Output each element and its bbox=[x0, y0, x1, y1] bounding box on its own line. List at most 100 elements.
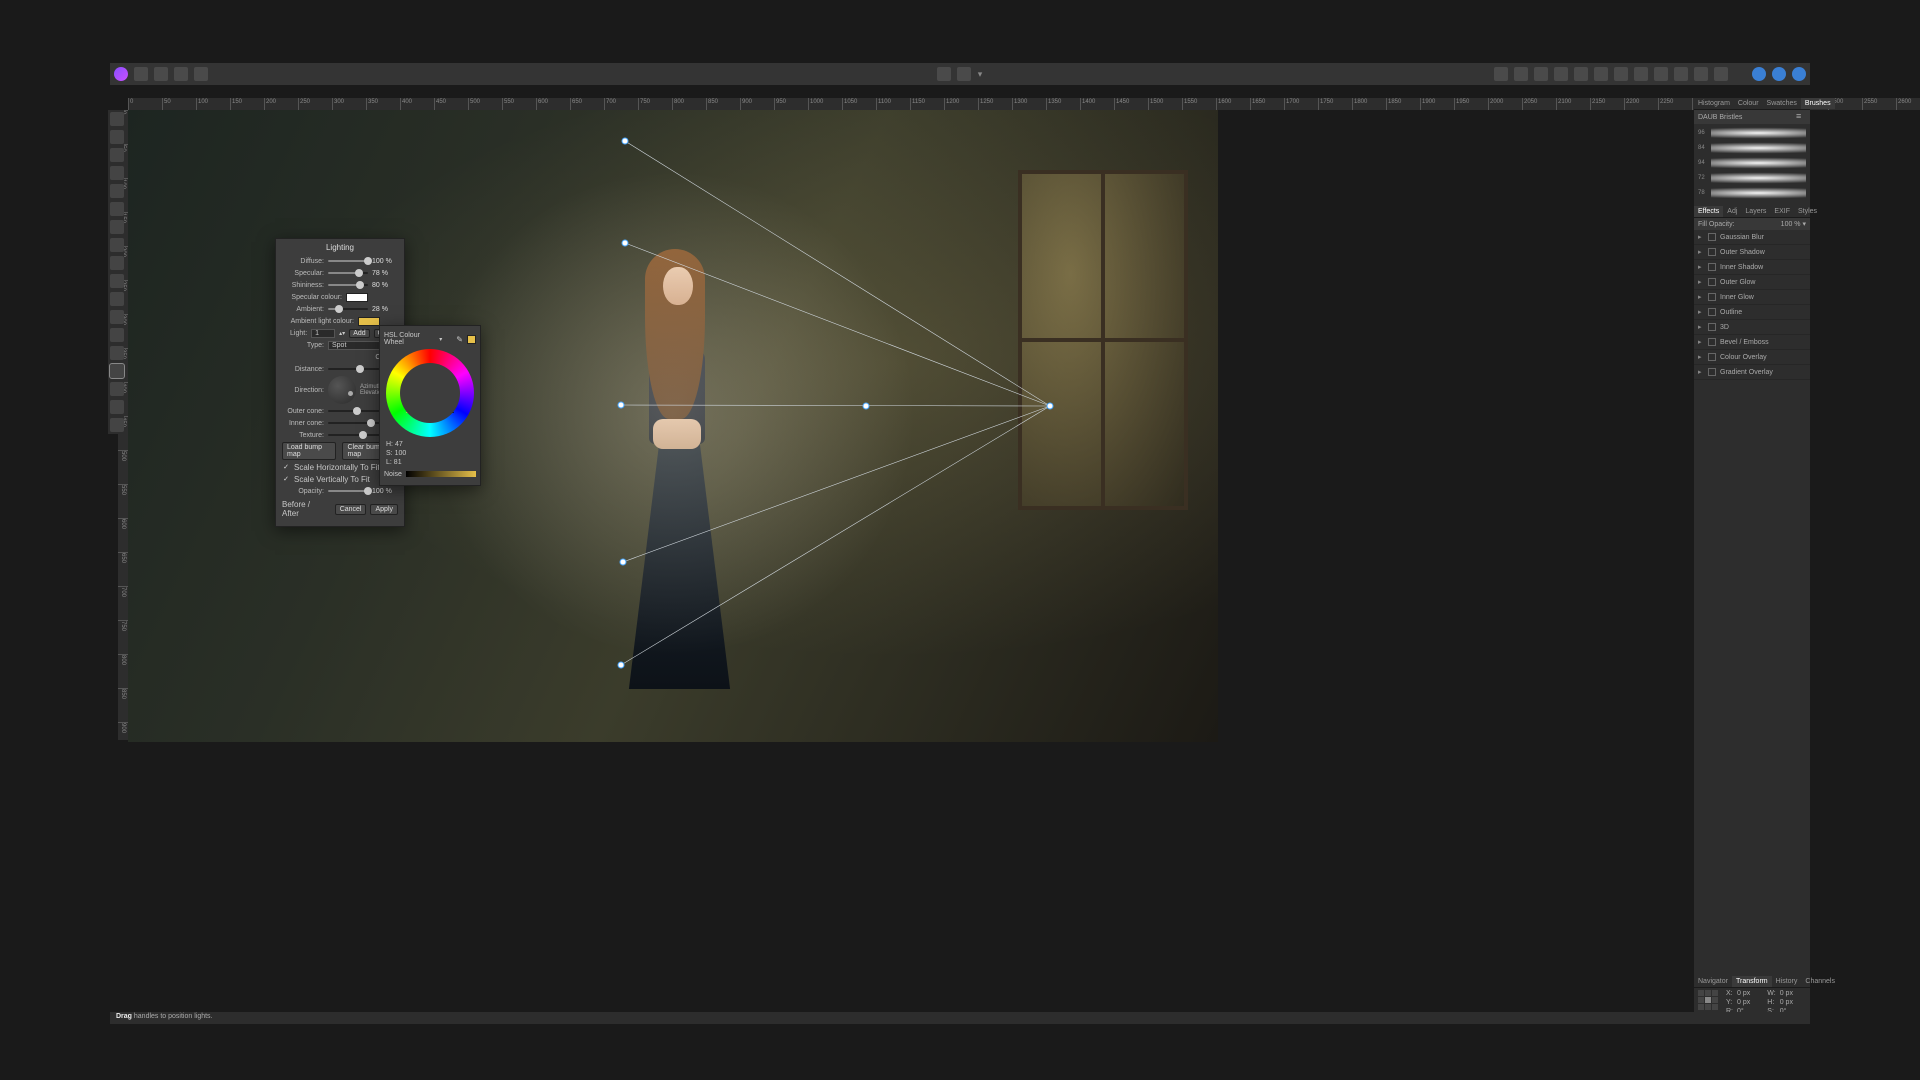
tab-adj[interactable]: Adj bbox=[1723, 206, 1741, 217]
arrange-7[interactable] bbox=[1614, 67, 1628, 81]
w-label: W: bbox=[1767, 990, 1775, 997]
light-guide-lines bbox=[128, 110, 1218, 742]
brushes-list: 9684947278 bbox=[1694, 124, 1810, 202]
marquee-tool[interactable] bbox=[110, 202, 124, 216]
effect-bevel-emboss[interactable]: ▸Bevel / Emboss bbox=[1694, 335, 1810, 350]
light-source-handle[interactable] bbox=[1047, 403, 1054, 410]
persona-export[interactable] bbox=[194, 67, 208, 81]
light-cone-handle-3[interactable] bbox=[620, 559, 627, 566]
arrange-6[interactable] bbox=[1594, 67, 1608, 81]
tab-effects[interactable]: Effects bbox=[1694, 206, 1723, 217]
move-tool[interactable] bbox=[110, 130, 124, 144]
effect-outer-glow[interactable]: ▸Outer Glow bbox=[1694, 275, 1810, 290]
top-panel-tabs: HistogramColourSwatchesBrushes bbox=[1694, 98, 1810, 110]
shape-tool[interactable] bbox=[110, 364, 124, 378]
fill-opacity-label: Fill Opacity: bbox=[1698, 221, 1735, 228]
light-cone-handle-2[interactable] bbox=[618, 402, 625, 409]
app-logo bbox=[114, 67, 128, 81]
arrange-10[interactable] bbox=[1674, 67, 1688, 81]
crop-tool[interactable] bbox=[110, 166, 124, 180]
y-label: Y: bbox=[1726, 999, 1733, 1006]
context-tool-b[interactable] bbox=[957, 67, 971, 81]
persona-develop[interactable] bbox=[174, 67, 188, 81]
document-canvas[interactable] bbox=[128, 110, 1218, 742]
light-cone-handle-0[interactable] bbox=[622, 138, 629, 145]
brush-preset[interactable]: 84 bbox=[1698, 141, 1806, 155]
brushes-menu-icon[interactable]: ≡ bbox=[1796, 112, 1806, 122]
brush-preset[interactable]: 78 bbox=[1698, 186, 1806, 200]
gradient-tool[interactable] bbox=[110, 346, 124, 360]
dodge-tool[interactable] bbox=[110, 292, 124, 306]
brush-preset[interactable]: 72 bbox=[1698, 171, 1806, 185]
arrange-5[interactable] bbox=[1574, 67, 1588, 81]
colour-picker-tool[interactable] bbox=[110, 148, 124, 162]
help-icon[interactable] bbox=[1792, 67, 1806, 81]
effect-gaussian-blur[interactable]: ▸Gaussian Blur bbox=[1694, 230, 1810, 245]
mesh-tool[interactable] bbox=[110, 400, 124, 414]
tab-history[interactable]: History bbox=[1772, 976, 1802, 987]
tab-exif[interactable]: EXIF bbox=[1770, 206, 1794, 217]
zoom-tool[interactable] bbox=[110, 418, 124, 432]
h-value[interactable]: 0 px bbox=[1780, 999, 1806, 1006]
blur-tool[interactable] bbox=[110, 310, 124, 324]
transform-anchor[interactable] bbox=[1698, 990, 1718, 1010]
light-cone-handle-1[interactable] bbox=[622, 240, 629, 247]
text-tool[interactable] bbox=[110, 382, 124, 396]
context-tool-a[interactable] bbox=[937, 67, 951, 81]
status-text: handles to position lights. bbox=[132, 1013, 213, 1020]
effect-inner-glow[interactable]: ▸Inner Glow bbox=[1694, 290, 1810, 305]
tools-panel bbox=[108, 110, 124, 434]
light-cone-handle-4[interactable] bbox=[618, 662, 625, 669]
tab-colour[interactable]: Colour bbox=[1734, 98, 1763, 109]
brush-set-select[interactable]: DAUB Bristles bbox=[1698, 114, 1742, 121]
flood-select-tool[interactable] bbox=[110, 220, 124, 234]
clone-tool[interactable] bbox=[110, 274, 124, 288]
ruler-horizontal: 0501001502002503003504004505005506006507… bbox=[128, 98, 1920, 110]
persona-photo[interactable] bbox=[134, 67, 148, 81]
arrange-4[interactable] bbox=[1554, 67, 1568, 81]
tab-brushes[interactable]: Brushes bbox=[1801, 98, 1835, 109]
fill-opacity-value[interactable]: 100 % bbox=[1781, 221, 1801, 228]
tab-styles[interactable]: Styles bbox=[1794, 206, 1821, 217]
tab-channels[interactable]: Channels bbox=[1801, 976, 1839, 987]
arrange-center[interactable] bbox=[1514, 67, 1528, 81]
hand-tool[interactable] bbox=[110, 112, 124, 126]
effect-3d[interactable]: ▸3D bbox=[1694, 320, 1810, 335]
y-value[interactable]: 0 px bbox=[1737, 999, 1763, 1006]
light-center-handle[interactable] bbox=[863, 403, 870, 410]
context-dropdown-icon[interactable]: ▾ bbox=[977, 67, 983, 81]
status-bar: Drag handles to position lights. bbox=[110, 1012, 1810, 1024]
brush-preset[interactable]: 96 bbox=[1698, 126, 1806, 140]
selection-brush-tool[interactable] bbox=[110, 184, 124, 198]
pen-tool[interactable] bbox=[110, 328, 124, 342]
assistant-icon[interactable] bbox=[1752, 67, 1766, 81]
mid-panel-tabs: EffectsAdjLayersEXIFStyles bbox=[1694, 206, 1810, 218]
effects-list: ▸Gaussian Blur▸Outer Shadow▸Inner Shadow… bbox=[1694, 230, 1810, 380]
tab-histogram[interactable]: Histogram bbox=[1694, 98, 1734, 109]
erase-tool[interactable] bbox=[110, 256, 124, 270]
x-value[interactable]: 0 px bbox=[1737, 990, 1763, 997]
arrange-9[interactable] bbox=[1654, 67, 1668, 81]
effect-outer-shadow[interactable]: ▸Outer Shadow bbox=[1694, 245, 1810, 260]
effect-inner-shadow[interactable]: ▸Inner Shadow bbox=[1694, 260, 1810, 275]
arrange-8[interactable] bbox=[1634, 67, 1648, 81]
arrange-right[interactable] bbox=[1534, 67, 1548, 81]
account-icon[interactable] bbox=[1772, 67, 1786, 81]
effect-outline[interactable]: ▸Outline bbox=[1694, 305, 1810, 320]
h-label: H: bbox=[1767, 999, 1775, 1006]
arrange-12[interactable] bbox=[1714, 67, 1728, 81]
tab-swatches[interactable]: Swatches bbox=[1763, 98, 1801, 109]
effect-gradient-overlay[interactable]: ▸Gradient Overlay bbox=[1694, 365, 1810, 380]
studio-panels: HistogramColourSwatchesBrushes DAUB Bris… bbox=[1694, 98, 1810, 1017]
tab-layers[interactable]: Layers bbox=[1741, 206, 1770, 217]
arrange-11[interactable] bbox=[1694, 67, 1708, 81]
tab-transform[interactable]: Transform bbox=[1732, 976, 1772, 987]
w-value[interactable]: 0 px bbox=[1780, 990, 1806, 997]
x-label: X: bbox=[1726, 990, 1733, 997]
brush-preset[interactable]: 94 bbox=[1698, 156, 1806, 170]
tab-navigator[interactable]: Navigator bbox=[1694, 976, 1732, 987]
persona-liquify[interactable] bbox=[154, 67, 168, 81]
arrange-left[interactable] bbox=[1494, 67, 1508, 81]
effect-colour-overlay[interactable]: ▸Colour Overlay bbox=[1694, 350, 1810, 365]
paint-brush-tool[interactable] bbox=[110, 238, 124, 252]
